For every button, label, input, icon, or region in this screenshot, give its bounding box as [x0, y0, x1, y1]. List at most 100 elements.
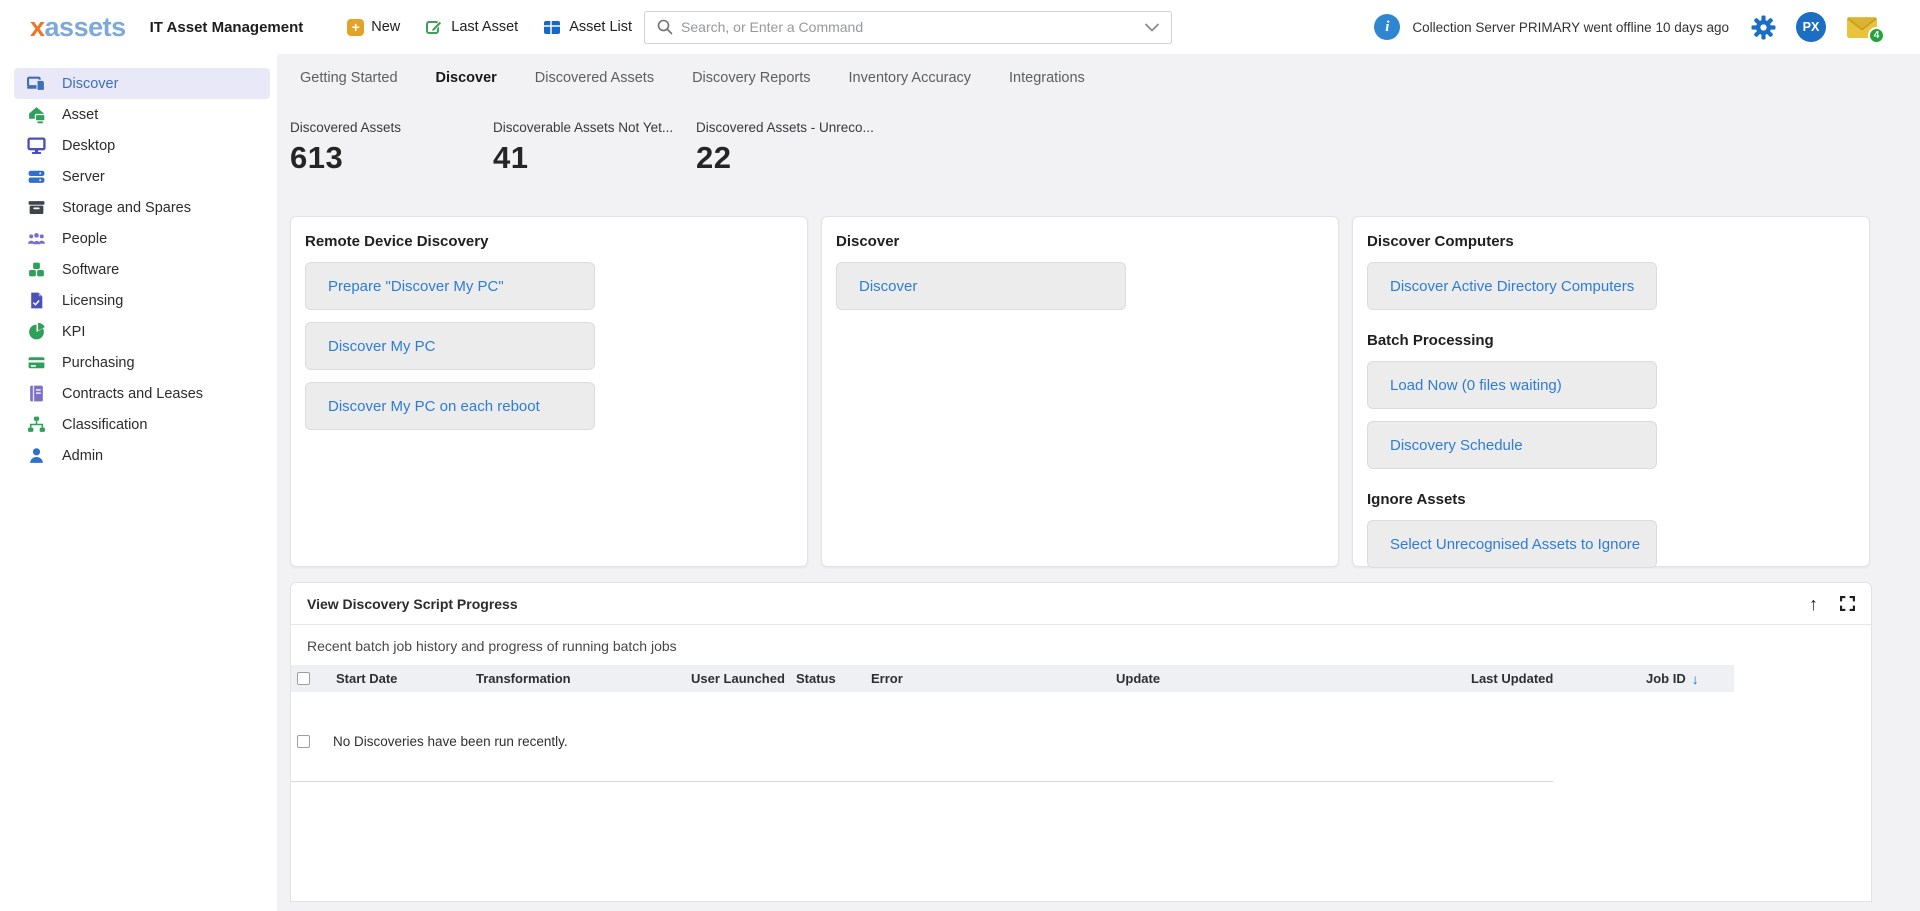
sidebar-item-label: Software: [62, 262, 119, 278]
tab-discover[interactable]: Discover: [436, 70, 497, 86]
gear-icon[interactable]: [1751, 15, 1776, 40]
sidebar-item-contracts-and-leases[interactable]: Contracts and Leases: [14, 378, 270, 409]
tab-getting-started[interactable]: Getting Started: [300, 70, 398, 86]
stat-label: Discovered Assets: [290, 120, 493, 135]
load-now-button[interactable]: Load Now (0 files waiting): [1367, 361, 1657, 409]
sidebar-item-kpi[interactable]: KPI: [14, 316, 270, 347]
discover-button[interactable]: Discover: [836, 262, 1126, 310]
asset-icon: [26, 105, 46, 125]
card-title: Discover Computers: [1367, 233, 1855, 250]
licensing-icon: [26, 291, 46, 311]
tab-discovery-reports[interactable]: Discovery Reports: [692, 70, 810, 86]
server-icon: [26, 167, 46, 187]
column-header-start-date[interactable]: Start Date: [336, 671, 476, 686]
tab-discovered-assets[interactable]: Discovered Assets: [535, 70, 654, 86]
tab-integrations[interactable]: Integrations: [1009, 70, 1085, 86]
card-title: Remote Device Discovery: [305, 233, 793, 250]
sidebar-item-discover[interactable]: Discover: [14, 68, 270, 99]
sidebar-item-people[interactable]: People: [14, 223, 270, 254]
row-divider: [291, 781, 1553, 782]
discovery-progress-panel: View Discovery Script Progress ↑ Recent …: [290, 582, 1872, 902]
discover-active-directory-computers-button[interactable]: Discover Active Directory Computers: [1367, 262, 1657, 310]
software-icon: [26, 260, 46, 280]
sidebar-item-label: Licensing: [62, 293, 123, 309]
discover-my-pc-button[interactable]: Discover My PC: [305, 322, 595, 370]
stat-discovered-assets: Discovered Assets 613: [290, 120, 493, 176]
panel-subtitle: Recent batch job history and progress of…: [291, 625, 1871, 665]
last-asset-button[interactable]: Last Asset: [424, 17, 518, 37]
discover-icon: [26, 74, 46, 94]
asset-list-button[interactable]: Asset List: [542, 17, 632, 37]
plus-square-icon: +: [347, 19, 364, 36]
brand-logo[interactable]: xassets: [30, 12, 126, 43]
stat-label: Discovered Assets - Unreco...: [696, 120, 899, 135]
column-header-error[interactable]: Error: [871, 671, 1116, 686]
collapse-arrow-up-icon[interactable]: ↑: [1809, 595, 1818, 613]
kpi-icon: [26, 322, 46, 342]
discover-my-pc-on-each-reboot-button[interactable]: Discover My PC on each reboot: [305, 382, 595, 430]
edit-pencil-icon: [424, 17, 444, 37]
app-title: IT Asset Management: [150, 19, 304, 36]
prepare-discover-my-pc-button[interactable]: Prepare "Discover My PC": [305, 262, 595, 310]
sidebar-item-label: Desktop: [62, 138, 115, 154]
select-unrecognised-assets-button[interactable]: Select Unrecognised Assets to Ignore: [1367, 520, 1657, 568]
sidebar-item-licensing[interactable]: Licensing: [14, 285, 270, 316]
avatar[interactable]: PX: [1796, 12, 1826, 42]
stat-value: 22: [696, 140, 899, 176]
table-empty-row: No Discoveries have been run recently.: [291, 692, 1871, 749]
stat-value: 613: [290, 140, 493, 176]
chevron-down-icon[interactable]: [1145, 23, 1159, 32]
mail-button[interactable]: 4: [1846, 15, 1878, 39]
select-all-checkbox[interactable]: [297, 672, 310, 685]
card-title: Discover: [836, 233, 1324, 250]
stat-label: Discoverable Assets Not Yet...: [493, 120, 696, 135]
sidebar-item-purchasing[interactable]: Purchasing: [14, 347, 270, 378]
sidebar-item-label: Contracts and Leases: [62, 386, 203, 402]
last-asset-button-label: Last Asset: [451, 19, 518, 35]
new-button-label: New: [371, 19, 400, 35]
select-all-cell: [291, 672, 336, 685]
purchasing-icon: [26, 353, 46, 373]
new-button[interactable]: + New: [347, 19, 400, 36]
topbar-right: i Collection Server PRIMARY went offline…: [1374, 12, 1878, 42]
card-remote-device-discovery: Remote Device Discovery Prepare "Discove…: [290, 216, 808, 567]
storage-icon: [26, 198, 46, 218]
panel-title: View Discovery Script Progress: [307, 596, 518, 612]
row-checkbox[interactable]: [297, 735, 310, 748]
stat-discovered-assets-unrecognised: Discovered Assets - Unreco... 22: [696, 120, 899, 176]
sidebar-item-label: KPI: [62, 324, 85, 340]
sidebar-item-asset[interactable]: Asset: [14, 99, 270, 130]
card-discover: Discover Discover: [821, 216, 1339, 567]
card-discover-computers: Discover Computers Discover Active Direc…: [1352, 216, 1870, 567]
sidebar-item-storage-and-spares[interactable]: Storage and Spares: [14, 192, 270, 223]
notification-text: Collection Server PRIMARY went offline 1…: [1412, 20, 1729, 35]
sidebar-item-software[interactable]: Software: [14, 254, 270, 285]
info-icon[interactable]: i: [1374, 14, 1400, 40]
column-header-status[interactable]: Status: [796, 671, 871, 686]
discovery-schedule-button[interactable]: Discovery Schedule: [1367, 421, 1657, 469]
column-header-update[interactable]: Update: [1116, 671, 1471, 686]
search-box[interactable]: [644, 11, 1172, 44]
table-header-row: Start Date Transformation User Launched …: [291, 665, 1734, 692]
sidebar-item-classification[interactable]: Classification: [14, 409, 270, 440]
sidebar-item-label: People: [62, 231, 107, 247]
asset-list-button-label: Asset List: [569, 19, 632, 35]
classification-icon: [26, 415, 46, 435]
sort-descending-icon: ↓: [1692, 672, 1699, 686]
column-header-user-launched[interactable]: User Launched: [691, 671, 796, 686]
column-header-job-id[interactable]: Job ID ↓: [1646, 671, 1734, 686]
sidebar-item-label: Storage and Spares: [62, 200, 191, 216]
sidebar: Discover Asset Desktop Server Storage an…: [0, 54, 277, 911]
section-heading-batch-processing: Batch Processing: [1367, 332, 1855, 349]
tab-inventory-accuracy[interactable]: Inventory Accuracy: [849, 70, 972, 86]
search-input[interactable]: [681, 19, 1145, 35]
column-header-last-updated[interactable]: Last Updated: [1471, 671, 1646, 686]
sidebar-item-label: Purchasing: [62, 355, 135, 371]
stat-discoverable-assets-not-yet: Discoverable Assets Not Yet... 41: [493, 120, 696, 176]
column-header-transformation[interactable]: Transformation: [476, 671, 691, 686]
column-header-job-id-label: Job ID: [1646, 671, 1686, 686]
sidebar-item-admin[interactable]: Admin: [14, 440, 270, 471]
fullscreen-expand-icon[interactable]: [1840, 596, 1855, 611]
sidebar-item-server[interactable]: Server: [14, 161, 270, 192]
sidebar-item-desktop[interactable]: Desktop: [14, 130, 270, 161]
